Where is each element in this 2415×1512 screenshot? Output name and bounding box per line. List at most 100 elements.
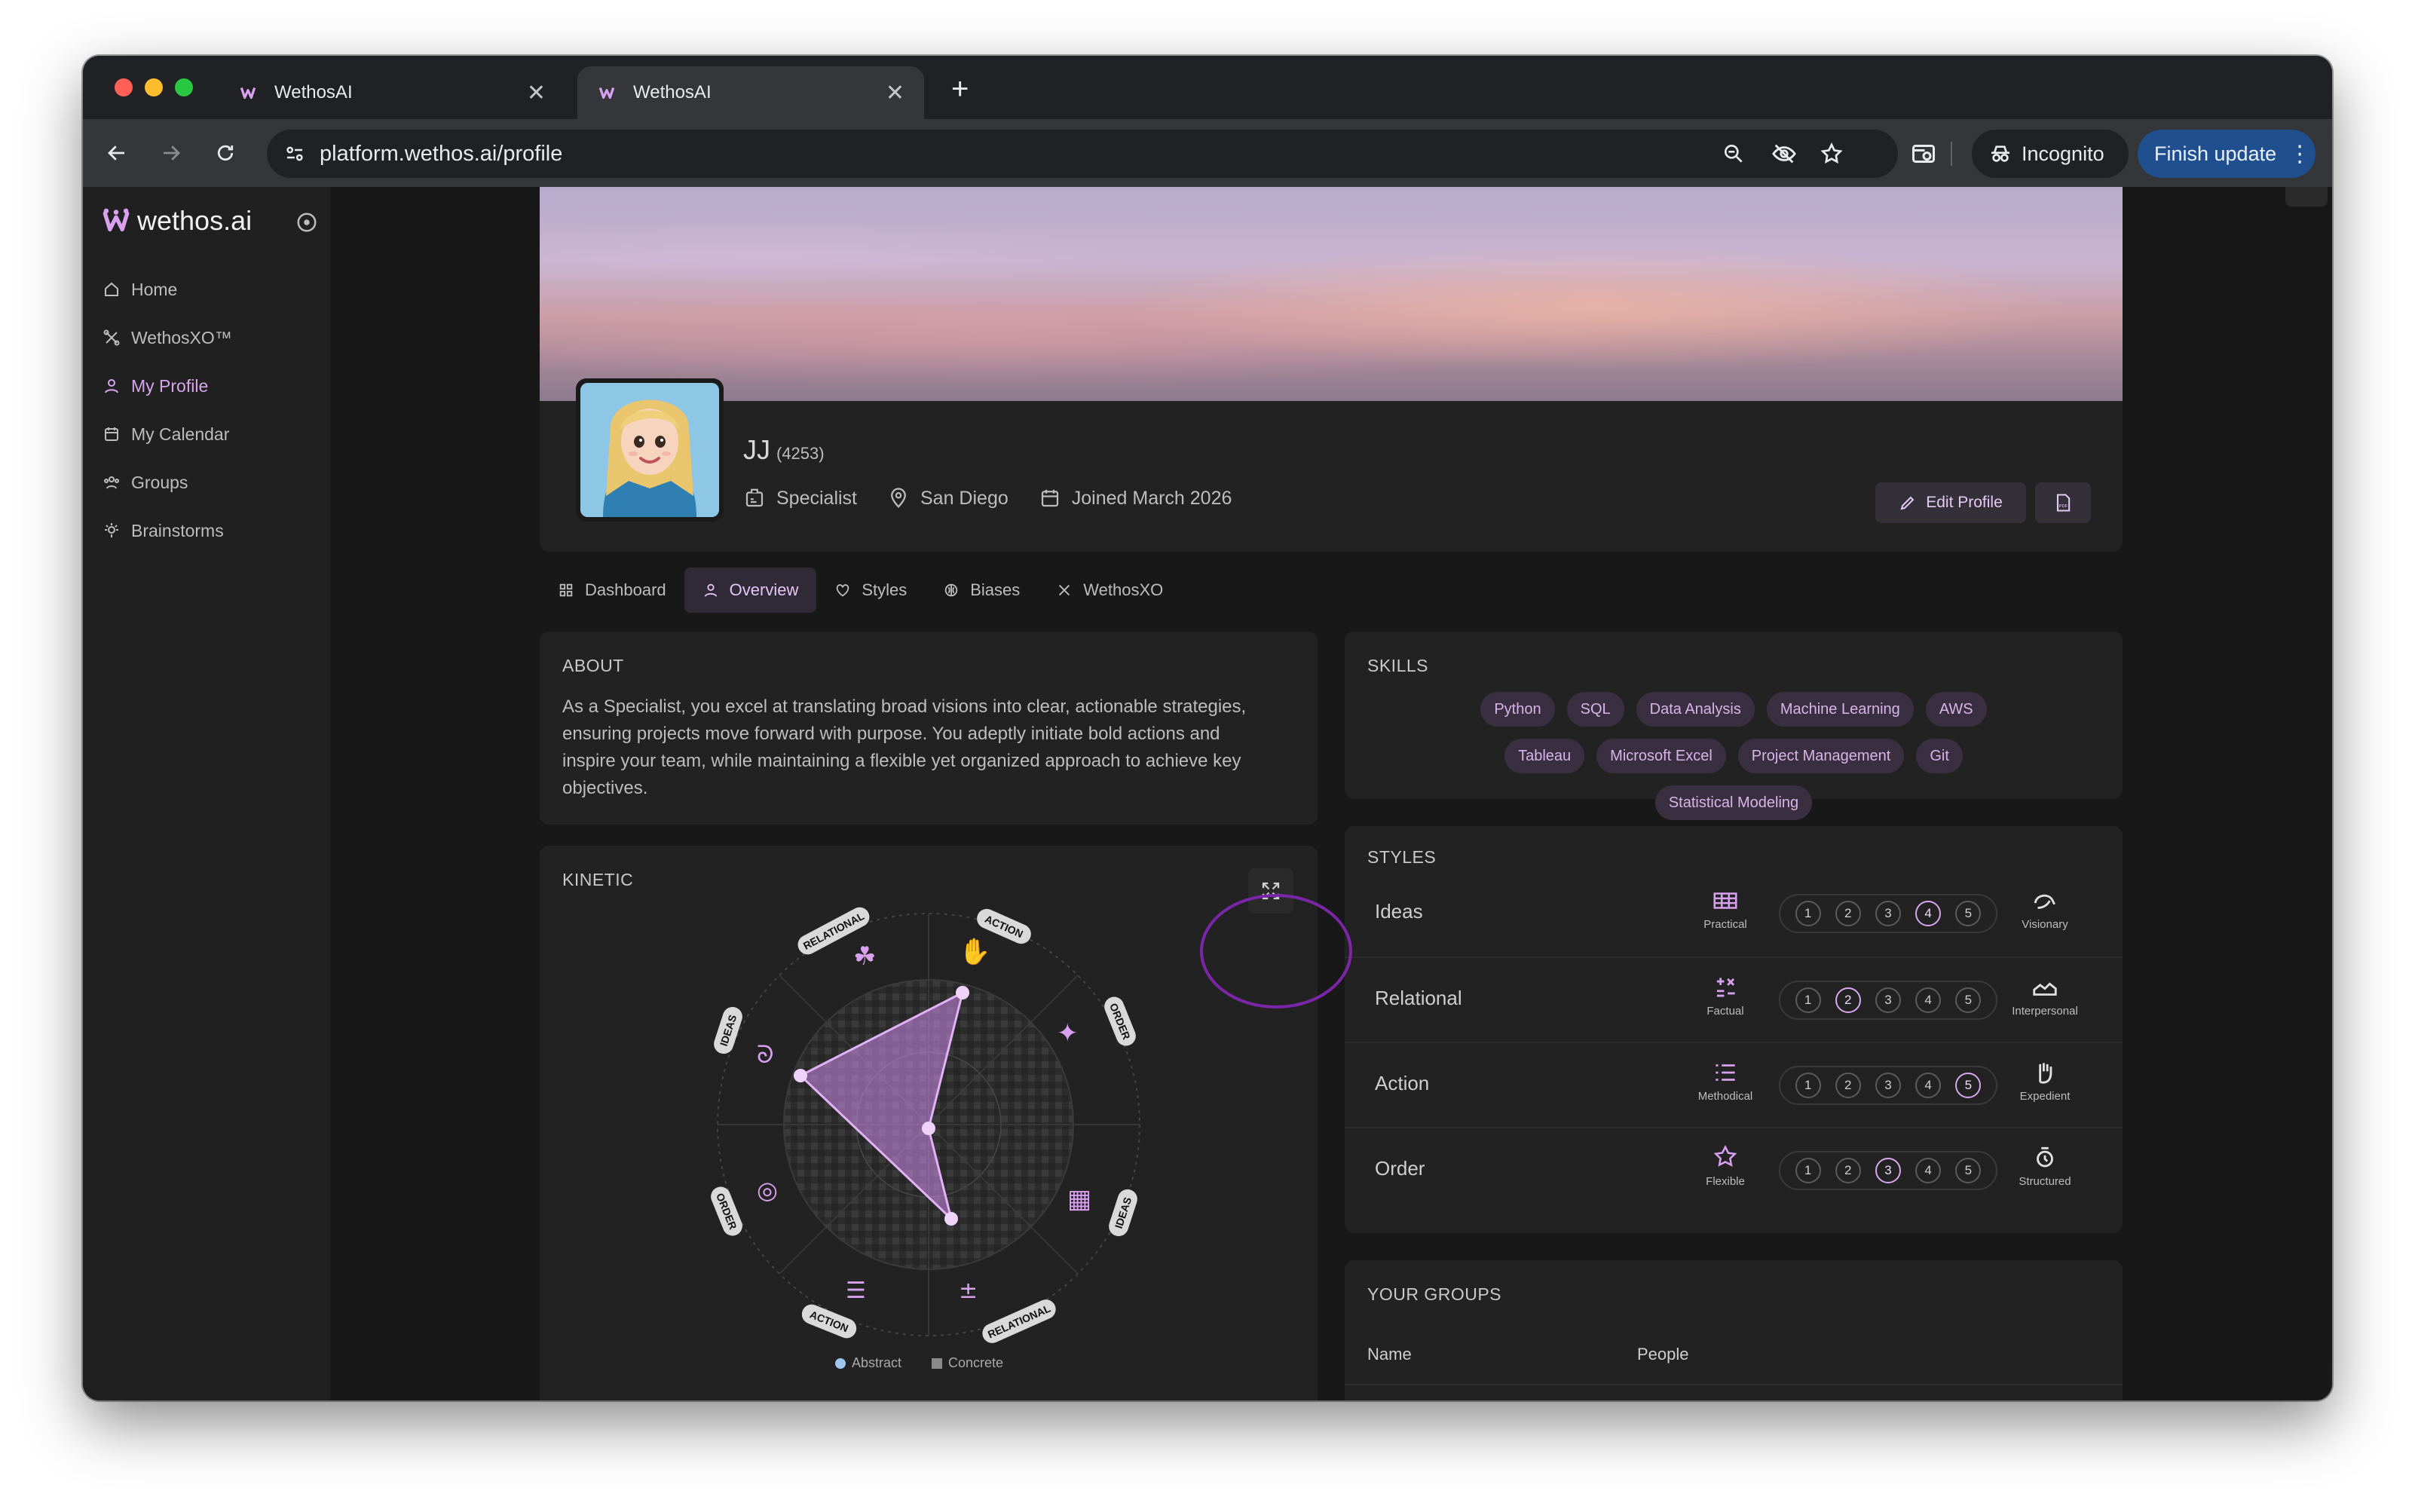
tab-label: Biases [970,580,1021,599]
sidebar-item-wethosxo[interactable]: WethosXO™ [103,314,232,362]
style-left-pole: Factual [1684,973,1767,1018]
scale-option[interactable]: 2 [1835,987,1861,1013]
edit-cover-button[interactable] [2285,187,2328,207]
tab-overview[interactable]: Overview [684,568,817,613]
sidebar-item-home[interactable]: Home [103,265,232,314]
skill-chip[interactable]: Tableau [1504,739,1585,773]
new-tab-button[interactable]: + [951,74,969,104]
browser-tab-active[interactable]: WethosAI ✕ [577,66,924,119]
style-scale: 12345 [1779,1151,1997,1190]
planet-icon: ◎ [757,1176,778,1204]
skill-chip[interactable]: AWS [1925,692,1987,727]
avatar-illustration [580,383,719,517]
close-tab-icon[interactable]: ✕ [527,80,546,106]
close-window-button[interactable] [115,78,133,96]
scale-option[interactable]: 1 [1795,1073,1821,1098]
skills-panel: SKILLS Python SQL Data Analysis Machine Lea… [1345,632,2123,820]
xo-icon [1059,584,1070,596]
style-row-order: Order Flexible 1 2 3 4 5 Structured [1345,1127,2123,1211]
skill-chip[interactable]: Machine Learning [1766,692,1914,727]
tab-styles[interactable]: Styles [816,568,925,613]
style-name: Action [1375,1072,1430,1094]
sidebar-item-brainstorms[interactable]: Brainstorms [103,507,232,555]
close-tab-icon[interactable]: ✕ [886,80,904,106]
address-bar[interactable]: platform.wethos.ai/profile [267,130,1898,178]
more-vert-icon[interactable]: ⋮ [2288,141,2311,167]
styles-title: STYLES [1367,847,1437,867]
scale-option[interactable]: 2 [1835,901,1861,926]
skill-chip[interactable]: Python [1480,692,1555,727]
bookmark-star-icon[interactable] [1820,142,1844,166]
wethos-favicon-icon [240,87,256,99]
scale-option[interactable]: 2 [1835,1158,1861,1183]
idea-swirl-icon: ᘐ [757,1040,774,1069]
sidebar-item-my-calendar[interactable]: My Calendar [103,410,232,458]
scale-option[interactable]: 4 [1915,1158,1942,1183]
scale-option[interactable]: 5 [1955,901,1982,926]
brand-logo[interactable]: wethos.ai [101,205,252,237]
skill-chip[interactable]: Project Management [1737,739,1905,773]
sidebar-item-my-profile[interactable]: My Profile [103,362,232,410]
profile-location: San Diego [887,487,1009,510]
style-left-pole: Methodical [1684,1058,1767,1103]
brand-name: wethos.ai [137,205,253,236]
scale-option[interactable]: 4 [1915,1073,1942,1098]
factual-icon [1716,978,1735,997]
skill-chip[interactable]: Statistical Modeling [1654,785,1813,820]
skill-chip[interactable]: Git [1916,739,1963,773]
user-icon [704,583,717,597]
finish-update-button[interactable]: Finish update ⋮ [2138,130,2316,178]
zoom-icon[interactable] [1722,142,1746,166]
minimize-window-button[interactable] [145,78,163,96]
style-scale: 12345 [1779,981,1997,1020]
calendar-icon [105,427,118,441]
sidebar-item-label: Groups [131,472,188,492]
tab-biases[interactable]: Biases [925,568,1038,613]
style-name: Relational [1375,987,1462,1009]
tab-dashboard[interactable]: Dashboard [540,568,684,613]
reload-button[interactable] [208,136,243,170]
pencil-icon [1900,496,1915,510]
skill-chip[interactable]: Data Analysis [1636,692,1755,727]
style-left-label: Factual [1706,1005,1744,1018]
sidebar-toggle-icon[interactable] [295,211,318,234]
scale-option[interactable]: 4 [1915,901,1942,926]
scale-option[interactable]: 4 [1915,987,1942,1013]
sidebar-item-label: Home [131,279,178,299]
browser-tab[interactable]: WethosAI ✕ [219,66,565,119]
tab-search-icon[interactable] [1910,140,1937,167]
scale-option[interactable]: 1 [1795,1158,1821,1183]
sidebar-item-groups[interactable]: Groups [103,458,232,507]
scale-option[interactable]: 3 [1875,901,1901,926]
export-pdf-button[interactable]: PDF [2035,482,2091,523]
scale-option[interactable]: 5 [1955,1073,1982,1098]
grid-icon: ▦ [1067,1184,1091,1214]
edit-profile-button[interactable]: Edit Profile [1875,482,2026,523]
maximize-window-button[interactable] [175,78,193,96]
tab-wethosxo[interactable]: WethosXO [1038,568,1181,613]
url-text: platform.wethos.ai/profile [320,141,563,166]
skill-chip[interactable]: Microsoft Excel [1596,739,1726,773]
tab-strip: WethosAI ✕ WethosAI ✕ + [83,56,2332,119]
grid-icon [559,583,573,597]
scale-option[interactable]: 5 [1955,987,1982,1013]
eye-off-icon[interactable] [1771,141,1797,167]
scale-option[interactable]: 2 [1835,1073,1861,1098]
scale-option[interactable]: 5 [1955,1158,1982,1183]
style-left-label: Practical [1703,918,1747,931]
style-right-label: Expedient [2019,1090,2071,1103]
back-button[interactable] [99,136,134,170]
scale-option[interactable]: 3 [1875,1073,1901,1098]
skill-chip[interactable]: SQL [1566,692,1624,727]
site-settings-icon[interactable] [283,142,306,165]
user-icon [105,379,118,393]
scale-option[interactable]: 1 [1795,901,1821,926]
incognito-indicator[interactable]: Incognito [1972,130,2129,178]
style-scale: 12345 [1779,894,1997,933]
scale-option[interactable]: 1 [1795,987,1821,1013]
forward-button[interactable] [154,136,188,170]
scale-option[interactable]: 3 [1875,1158,1901,1183]
wethos-favicon-icon [598,87,615,99]
map-pin-icon [891,488,906,508]
scale-option[interactable]: 3 [1875,987,1901,1013]
